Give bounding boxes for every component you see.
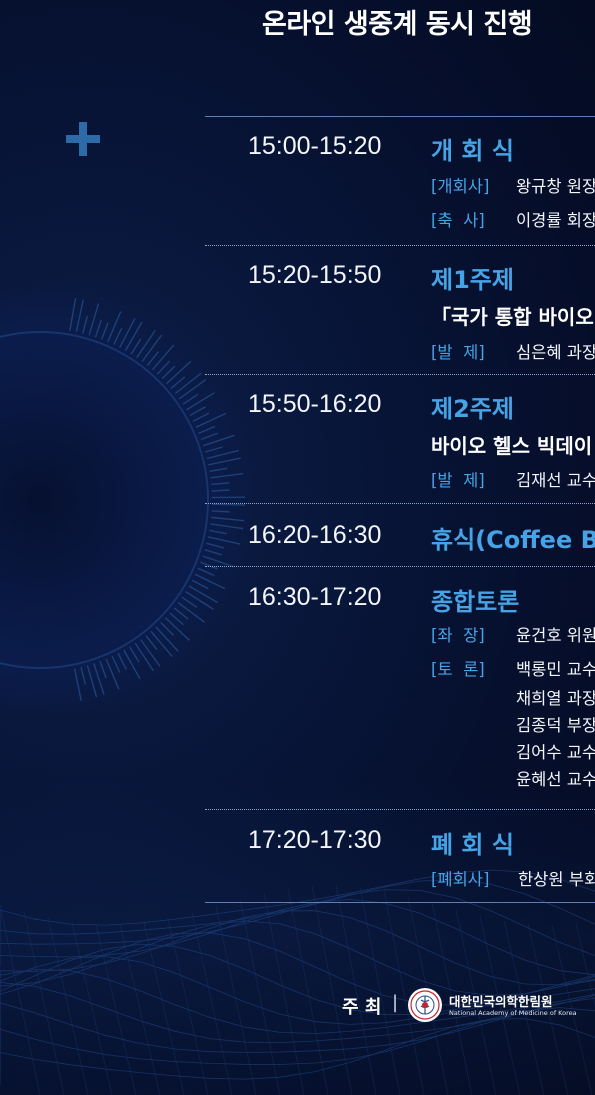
page-title: 온라인 생중계 동시 진행 (262, 9, 533, 40)
session-title: 폐 회 식 (431, 831, 514, 859)
session-divider (205, 245, 595, 246)
org-name-english: National Academy of Medicine of Korea (449, 1009, 577, 1017)
session-time: 15:20-15:50 (248, 261, 382, 289)
plus-icon (66, 122, 100, 156)
person-name: 김종덕 부장 (516, 716, 595, 735)
role-label: [축 사] (431, 211, 485, 230)
session-time: 16:20-16:30 (248, 521, 382, 549)
session-title: 제2주제 (431, 395, 514, 423)
person-name: 이경률 회장 (516, 211, 595, 230)
role-label: [폐회사] (431, 870, 490, 889)
role-label: [발 제] (431, 471, 485, 490)
schedule-top-rule (205, 116, 595, 117)
org-name-korean: 대한민국의학한림원 (449, 994, 553, 1009)
role-label: [발 제] (431, 343, 485, 362)
session-title: 휴식(Coffee Br (431, 526, 595, 554)
session-divider (205, 503, 595, 504)
person-name: 심은혜 과장 (516, 343, 595, 362)
person-name: 채희열 과장 (516, 689, 595, 708)
session-title: 개 회 식 (431, 137, 514, 165)
session-divider (205, 566, 595, 567)
session-time: 17:20-17:30 (248, 826, 382, 854)
session-divider (205, 374, 595, 375)
session-title: 제1주제 (431, 266, 514, 294)
session-title: 종합토론 (431, 588, 520, 616)
person-name: 김재선 교수 (516, 471, 595, 490)
session-time: 16:30-17:20 (248, 583, 382, 611)
role-label: [좌 장] (431, 626, 485, 645)
person-name: 한상원 부회 (518, 870, 595, 889)
host-label: 주 최 (342, 997, 382, 1018)
role-label: [개회사] (431, 177, 490, 196)
person-name: 김어수 교수 (516, 743, 595, 762)
session-topic: 「국가 통합 바이오 (431, 305, 594, 329)
host-separator: | (392, 992, 399, 1013)
glow-circle (0, 285, 255, 715)
person-name: 윤건호 위원 (516, 626, 595, 645)
person-name: 왕규창 원장 (516, 177, 595, 196)
person-name: 백롱민 교수 (516, 660, 595, 679)
role-label: [토 론] (431, 660, 485, 679)
session-time: 15:00-15:20 (248, 132, 382, 160)
academy-emblem-icon (408, 988, 442, 1022)
session-divider (205, 809, 595, 810)
person-name: 윤혜선 교수 (516, 770, 595, 789)
session-time: 15:50-16:20 (248, 390, 382, 418)
session-topic: 바이오 헬스 빅데이 (431, 434, 593, 458)
schedule-bottom-rule (205, 902, 595, 903)
